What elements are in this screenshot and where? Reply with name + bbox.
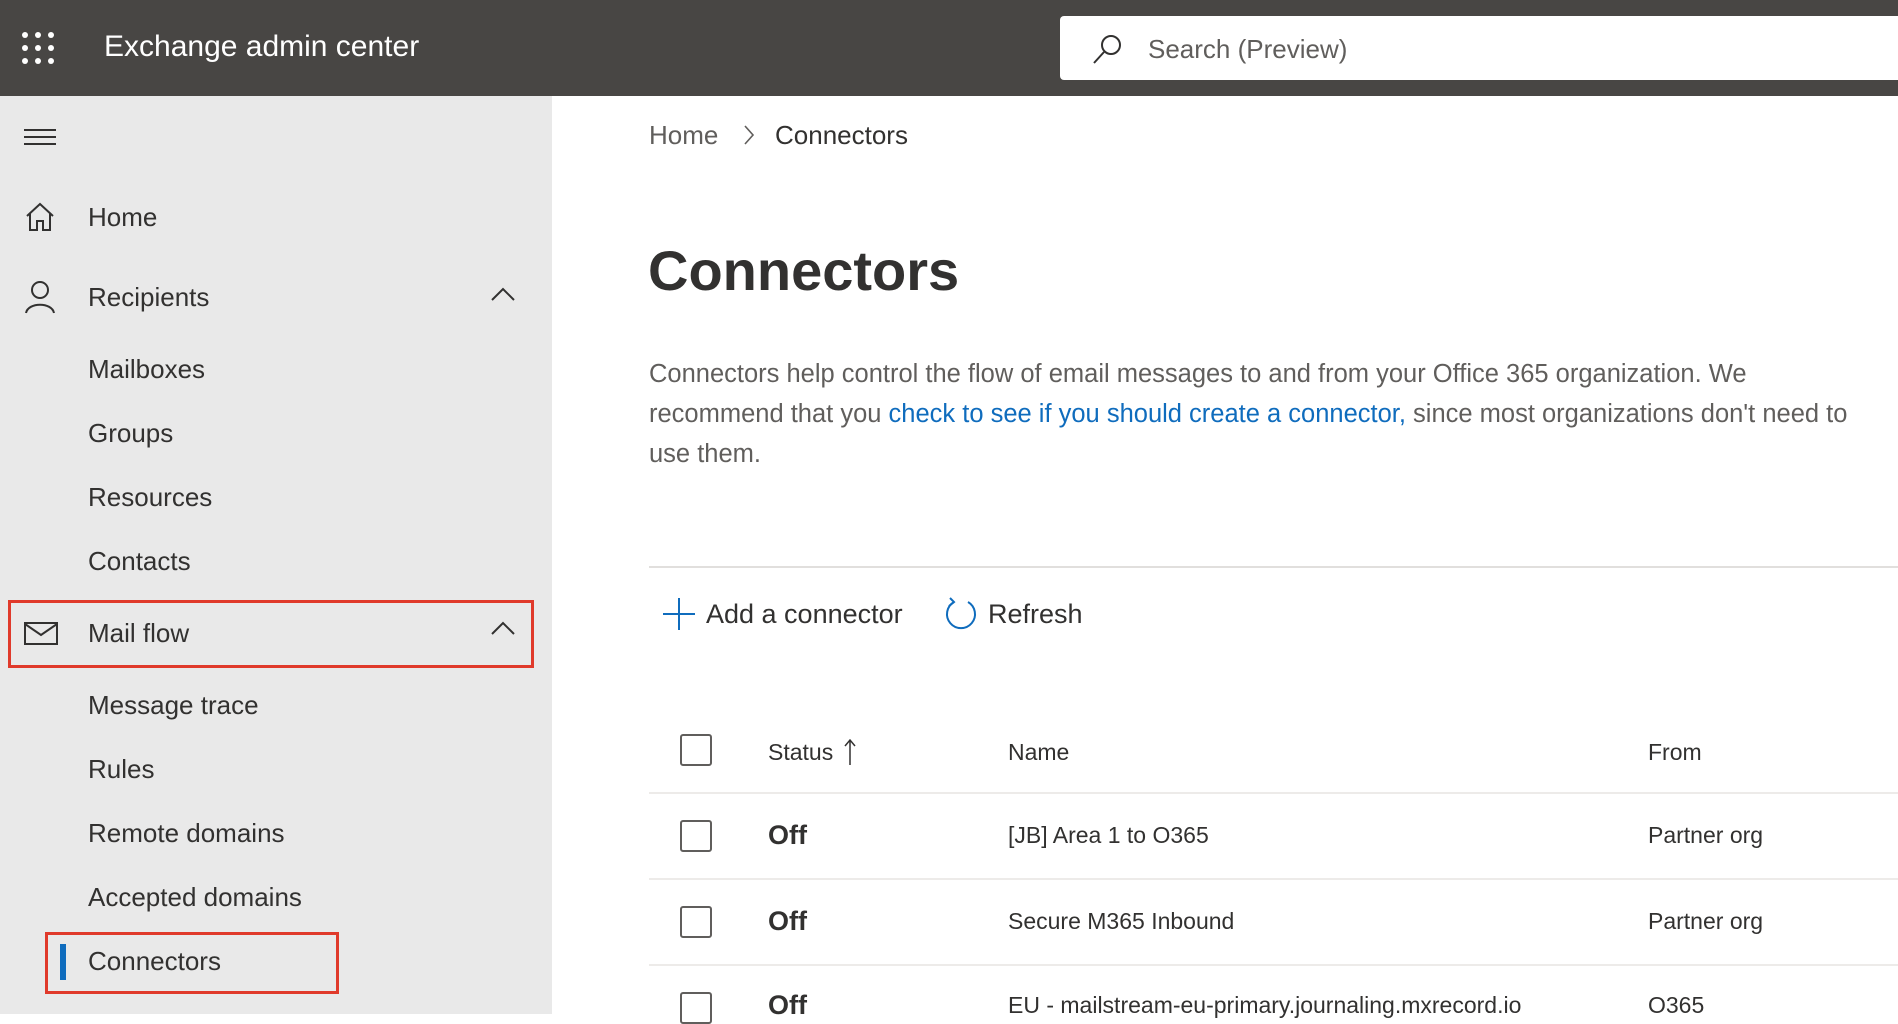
sidebar-item-remote-domains[interactable]: Remote domains xyxy=(88,818,285,849)
row-name[interactable]: EU - mailstream-eu-primary.journaling.mx… xyxy=(1008,992,1521,1019)
sidebar-item-mail-flow[interactable]: Mail flow xyxy=(88,618,189,649)
divider xyxy=(649,566,1898,568)
sidebar-item-recipients[interactable]: Recipients xyxy=(88,282,209,313)
active-indicator xyxy=(60,944,66,980)
column-header-name[interactable]: Name xyxy=(1008,739,1069,766)
column-header-status[interactable]: Status xyxy=(768,739,833,766)
breadcrumb-home[interactable]: Home xyxy=(649,120,718,151)
app-launcher-icon[interactable] xyxy=(22,32,56,66)
row-checkbox[interactable] xyxy=(680,992,712,1024)
refresh-button[interactable]: Refresh xyxy=(944,594,1083,634)
row-divider xyxy=(649,878,1898,880)
row-name[interactable]: Secure M365 Inbound xyxy=(1008,908,1234,935)
home-icon xyxy=(26,202,54,231)
chevron-up-icon[interactable] xyxy=(490,620,516,636)
add-connector-label: Add a connector xyxy=(706,598,903,629)
sidebar-item-contacts[interactable]: Contacts xyxy=(88,546,191,577)
page-title: Connectors xyxy=(648,239,960,302)
row-status: Off xyxy=(768,906,807,936)
refresh-label: Refresh xyxy=(988,598,1083,629)
person-icon xyxy=(25,281,55,314)
row-from: Partner org xyxy=(1648,822,1764,848)
sidebar: Home Recipients Mailboxes Groups Resourc… xyxy=(0,96,552,1014)
hamburger-menu-icon[interactable] xyxy=(24,128,58,148)
search-input[interactable]: Search (Preview) xyxy=(1060,16,1898,80)
sort-ascending-icon[interactable] xyxy=(843,738,857,766)
breadcrumb-current: Connectors xyxy=(775,120,908,150)
sidebar-item-groups[interactable]: Groups xyxy=(88,418,173,449)
header-divider xyxy=(649,792,1898,794)
add-connector-button[interactable]: Add a connector xyxy=(662,594,903,634)
row-status: Off xyxy=(768,990,807,1020)
row-status: Off xyxy=(768,820,807,850)
sidebar-item-accepted-domains[interactable]: Accepted domains xyxy=(88,882,302,913)
refresh-icon xyxy=(946,597,976,630)
row-from: Partner org xyxy=(1648,908,1764,934)
column-header-from[interactable]: From xyxy=(1648,739,1702,766)
search-icon xyxy=(1093,35,1121,64)
sidebar-item-mailboxes[interactable]: Mailboxes xyxy=(88,354,205,385)
sidebar-item-message-trace[interactable]: Message trace xyxy=(88,690,259,721)
row-checkbox[interactable] xyxy=(680,906,712,938)
row-from: O365 xyxy=(1648,992,1705,1018)
create-connector-help-link[interactable]: check to see if you should create a conn… xyxy=(889,400,1406,428)
plus-icon xyxy=(663,598,695,630)
page-description: Connectors help control the flow of emai… xyxy=(649,354,1869,474)
sidebar-item-home[interactable]: Home xyxy=(88,202,157,233)
search-placeholder: Search (Preview) xyxy=(1148,34,1348,64)
sidebar-item-rules[interactable]: Rules xyxy=(88,754,154,785)
select-all-checkbox[interactable] xyxy=(680,734,712,766)
chevron-up-icon[interactable] xyxy=(490,286,516,302)
mail-flow-highlight xyxy=(8,600,534,668)
top-bar: Exchange admin center Search (Preview) xyxy=(0,0,1898,96)
sidebar-item-connectors[interactable]: Connectors xyxy=(88,946,221,977)
app-title: Exchange admin center xyxy=(104,30,420,63)
chevron-right-icon xyxy=(744,125,755,145)
mail-icon xyxy=(24,622,58,645)
sidebar-item-resources[interactable]: Resources xyxy=(88,482,212,513)
row-divider xyxy=(649,964,1898,966)
row-name[interactable]: [JB] Area 1 to O365 xyxy=(1008,822,1209,849)
row-checkbox[interactable] xyxy=(680,820,712,852)
